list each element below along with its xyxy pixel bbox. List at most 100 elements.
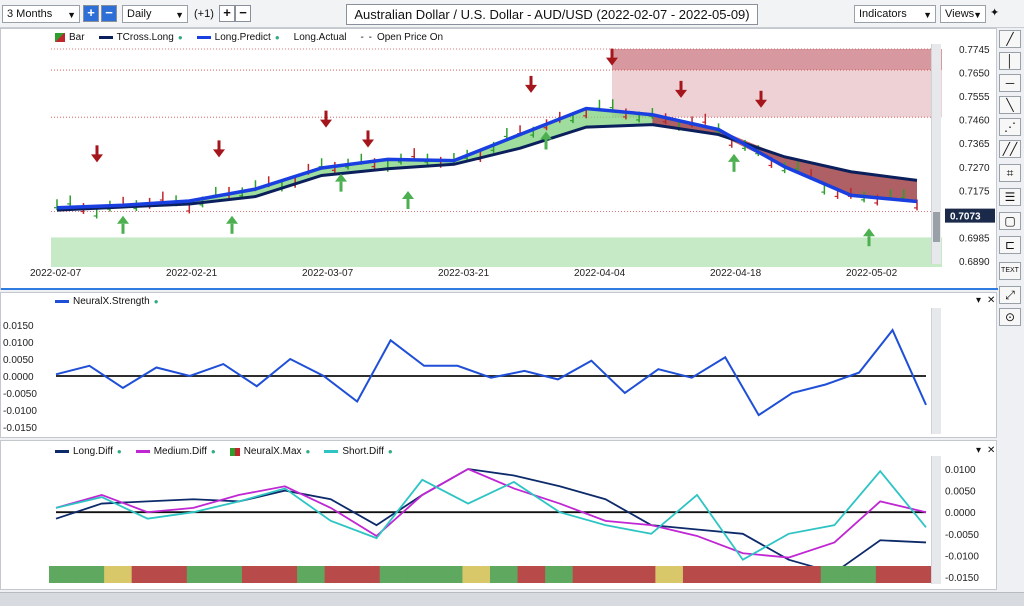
date-tick-label: 2022-04-18 xyxy=(710,268,762,279)
diff-panel: Long.Diff ● Medium.Diff ● NeuralX.Max ● Sho… xyxy=(0,440,997,590)
drawing-tool-4[interactable]: ╲ xyxy=(999,96,1021,114)
neuralx-max-segment xyxy=(682,566,711,583)
down-arrow-icon xyxy=(91,154,103,163)
chevron-down-icon: ▼ xyxy=(175,10,184,20)
up-arrow-icon xyxy=(544,139,548,150)
period-value: 3 Months xyxy=(7,8,53,20)
date-tick-label: 2022-05-02 xyxy=(846,268,898,279)
neuralx-max-segment xyxy=(407,566,436,583)
indicators-menu[interactable]: Indicators ▼ xyxy=(854,5,936,23)
up-arrow-icon xyxy=(339,181,343,192)
drawing-tool-1[interactable]: ╱ xyxy=(999,30,1021,48)
price-panel: Bar TCross.Long ● Long.Predict ● Long.Actu… xyxy=(0,28,998,291)
neuralx-max-segment xyxy=(545,566,574,583)
neural-scrollbar[interactable] xyxy=(931,308,941,434)
up-arrow-icon xyxy=(121,223,125,234)
neural-tick-label: 0.0050 xyxy=(3,355,34,366)
price-tick-label: 0.7650 xyxy=(959,69,990,80)
drawing-tool-5[interactable]: ⋰ xyxy=(999,118,1021,136)
neural-chart[interactable]: 0.0150 0.0100 0.0050 0.0000 -0.0050 -0.0100 -0… xyxy=(1,293,998,439)
zoom-out-button[interactable]: − xyxy=(101,5,117,22)
diff-scrollbar[interactable] xyxy=(931,456,941,584)
price-tick-label: 0.7460 xyxy=(959,116,990,127)
views-label: Views xyxy=(945,8,975,20)
drawing-tool-7[interactable]: ⌗ xyxy=(999,164,1021,182)
neural-tick-label: 0.0100 xyxy=(3,338,34,349)
resistance-zone xyxy=(612,70,942,118)
drawing-tool-3[interactable]: ─ xyxy=(999,74,1021,92)
neural-tick-label: -0.0150 xyxy=(3,423,37,434)
diff-tick-label: 0.0000 xyxy=(945,508,976,519)
neural-tick-label: -0.0050 xyxy=(3,389,37,400)
neuralx-max-segment xyxy=(517,566,546,583)
pin-icon[interactable]: ✦ xyxy=(990,6,999,19)
neuralx-max-segment xyxy=(434,566,463,583)
neuralx-max-segment xyxy=(186,566,215,583)
neuralx-max-segment xyxy=(49,566,78,583)
views-menu[interactable]: Views ▼ xyxy=(940,5,986,23)
horizontal-scrollbar[interactable] xyxy=(0,592,1024,606)
current-price-label: 0.7073 xyxy=(950,212,981,223)
up-arrow-icon xyxy=(406,199,410,210)
drawing-tool-13[interactable]: ⊙ xyxy=(999,308,1021,326)
diff-tick-label: 0.0050 xyxy=(945,487,976,498)
drawing-tool-8[interactable]: ☰ xyxy=(999,188,1021,206)
neuralx-max-segment xyxy=(572,566,601,583)
neuralx-max-segment xyxy=(848,566,877,583)
price-tick-label: 0.7365 xyxy=(959,139,990,150)
neuralx-max-segment xyxy=(627,566,656,583)
up-arrow-icon xyxy=(402,191,414,200)
neuralx-max-segment xyxy=(241,566,270,583)
diff-tick-label: -0.0150 xyxy=(945,573,979,584)
drawing-tool-2[interactable]: │ xyxy=(999,52,1021,70)
neuralx-max-segment xyxy=(875,566,904,583)
price-scrollbar[interactable] xyxy=(931,44,941,264)
neuralx-max-segment xyxy=(214,566,243,583)
up-arrow-icon xyxy=(226,215,238,224)
down-arrow-icon xyxy=(217,140,221,151)
neuralx-max-segment xyxy=(131,566,160,583)
drawing-tool-10[interactable]: ⊏ xyxy=(999,236,1021,254)
neural-tick-label: -0.0100 xyxy=(3,406,37,417)
neuralx-max-segment xyxy=(903,566,932,583)
drawing-tool-12[interactable]: ⤢ xyxy=(999,286,1021,304)
offset-minus-button[interactable]: − xyxy=(235,5,251,22)
neuralx-max-segment xyxy=(600,566,629,583)
neuralx-max-segment xyxy=(655,566,684,583)
diff-tick-label: -0.0100 xyxy=(945,551,979,562)
neural-tick-label: 0.0000 xyxy=(3,372,34,383)
period-select[interactable]: 3 Months ▼ xyxy=(2,5,80,23)
chevron-down-icon: ▼ xyxy=(973,10,982,20)
zoom-in-button[interactable]: + xyxy=(83,5,99,22)
diff-tick-label: -0.0050 xyxy=(945,530,979,541)
drawing-tool-9[interactable]: ▢ xyxy=(999,212,1021,230)
up-arrow-icon xyxy=(728,153,740,162)
drawing-tool-6[interactable]: ╱╱ xyxy=(999,140,1021,158)
short-diff-line xyxy=(55,469,927,561)
offset-label: (+1) xyxy=(194,8,214,20)
neuralx-max-segment xyxy=(765,566,794,583)
price-chart[interactable]: 0.7745 0.7650 0.7555 0.7460 0.7365 0.7270 0.71… xyxy=(1,29,998,291)
neuralx-max-segment xyxy=(738,566,767,583)
diff-chart[interactable]: 0.0100 0.0050 0.0000 -0.0050 -0.0100 -0.0150 xyxy=(1,441,998,591)
down-arrow-icon xyxy=(529,75,533,86)
neuralx-max-segment xyxy=(352,566,381,583)
down-arrow-icon xyxy=(759,90,763,101)
interval-value: Daily xyxy=(127,8,152,20)
neuralx-max-segment xyxy=(324,566,353,583)
up-arrow-icon xyxy=(732,161,736,172)
scroll-thumb[interactable] xyxy=(933,212,940,242)
down-arrow-icon xyxy=(366,130,370,141)
neuralx-max-segment xyxy=(793,566,822,583)
date-tick-label: 2022-02-21 xyxy=(166,268,218,279)
down-arrow-icon xyxy=(679,80,683,91)
drawing-tool-11[interactable]: TEXT xyxy=(999,262,1021,280)
interval-select[interactable]: Daily ▼ xyxy=(122,5,188,23)
neuralx-max-segment xyxy=(710,566,739,583)
date-tick-label: 2022-03-21 xyxy=(438,268,490,279)
up-arrow-icon xyxy=(867,236,871,247)
resistance-zone xyxy=(612,49,942,71)
down-arrow-icon xyxy=(320,119,332,128)
chevron-down-icon: ▼ xyxy=(67,10,76,20)
offset-plus-button[interactable]: + xyxy=(219,5,235,22)
